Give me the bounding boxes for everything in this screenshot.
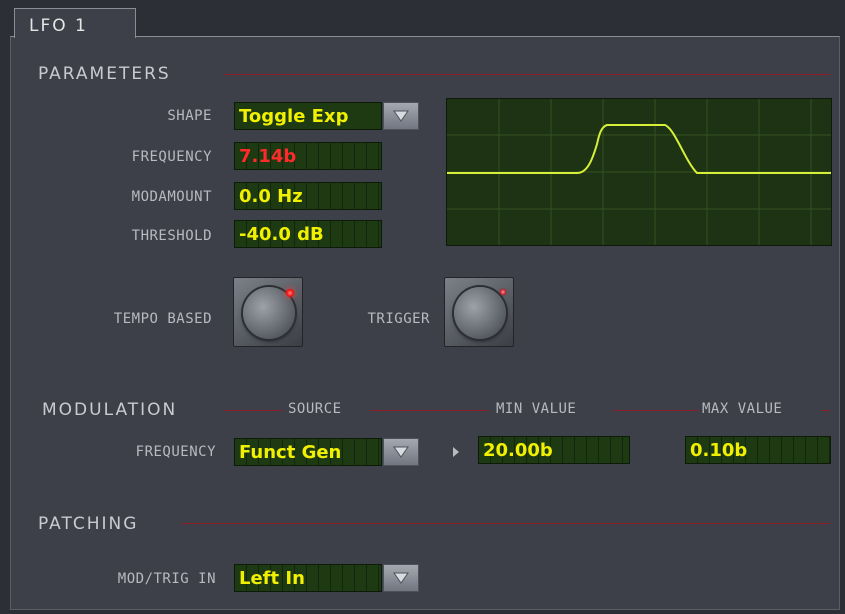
frequency-value: 7.14b	[239, 146, 297, 167]
waveform-display	[446, 98, 832, 246]
frequency-label: FREQUENCY	[131, 149, 212, 165]
modamount-value: 0.0 Hz	[239, 186, 303, 207]
trigger-led	[500, 289, 506, 295]
section-rule-modulation-2	[370, 410, 488, 411]
column-header-max-value: MAX VALUE	[702, 401, 783, 417]
section-title-modulation: MODULATION	[42, 400, 178, 420]
tempo-based-label: TEMPO BASED	[113, 311, 212, 327]
trigger-label: TRIGGER	[367, 311, 430, 327]
min-value-display[interactable]: 20.00b	[478, 436, 630, 464]
trigger-dial	[454, 287, 506, 339]
shape-value: Toggle Exp	[239, 106, 349, 127]
modamount-label: MODAMOUNT	[131, 189, 212, 205]
modulation-source-value: Funct Gen	[239, 442, 342, 463]
modulation-source-dropdown-button[interactable]	[383, 438, 419, 466]
mod-trig-in-value: Left In	[239, 568, 305, 589]
shape-select[interactable]: Toggle Exp	[234, 102, 382, 130]
section-rule-patching	[182, 523, 830, 524]
tab-connector	[15, 36, 135, 39]
min-value-value: 20.00b	[483, 440, 553, 461]
section-rule-parameters	[224, 74, 830, 75]
section-rule-modulation-1	[224, 410, 282, 411]
modulation-frequency-label: FREQUENCY	[135, 444, 216, 460]
threshold-display[interactable]: -40.0 dB	[234, 220, 382, 248]
section-title-patching: PATCHING	[38, 514, 139, 534]
triangle-down-icon	[393, 110, 409, 122]
triangle-down-icon	[393, 572, 409, 584]
shape-label: SHAPE	[167, 108, 212, 124]
trigger-toggle[interactable]	[444, 277, 514, 347]
triangle-right-icon[interactable]	[453, 447, 459, 457]
tempo-based-toggle[interactable]	[233, 277, 303, 347]
section-rule-modulation-4	[822, 410, 830, 411]
mod-trig-in-dropdown-button[interactable]	[383, 564, 419, 592]
tempo-based-led	[286, 289, 294, 297]
tab-lfo-1[interactable]: LFO 1	[14, 8, 136, 38]
column-header-min-value: MIN VALUE	[496, 401, 577, 417]
threshold-value: -40.0 dB	[239, 224, 324, 245]
frequency-display[interactable]: 7.14b	[234, 142, 382, 170]
waveform-graph	[447, 99, 831, 245]
tab-label: LFO 1	[29, 16, 88, 36]
mod-trig-in-select[interactable]: Left In	[234, 564, 382, 592]
shape-dropdown-button[interactable]	[383, 102, 419, 130]
max-value-value: 0.10b	[690, 440, 748, 461]
column-header-source: SOURCE	[288, 401, 342, 417]
section-rule-modulation-3	[614, 410, 698, 411]
modulation-source-select[interactable]: Funct Gen	[234, 438, 382, 466]
waveform-curve	[447, 124, 831, 174]
modamount-display[interactable]: 0.0 Hz	[234, 182, 382, 210]
mod-trig-in-label: MOD/TRIG IN	[117, 571, 216, 587]
max-value-display[interactable]: 0.10b	[685, 436, 831, 464]
triangle-down-icon	[393, 446, 409, 458]
section-title-parameters: PARAMETERS	[38, 64, 171, 84]
threshold-label: THRESHOLD	[131, 228, 212, 244]
